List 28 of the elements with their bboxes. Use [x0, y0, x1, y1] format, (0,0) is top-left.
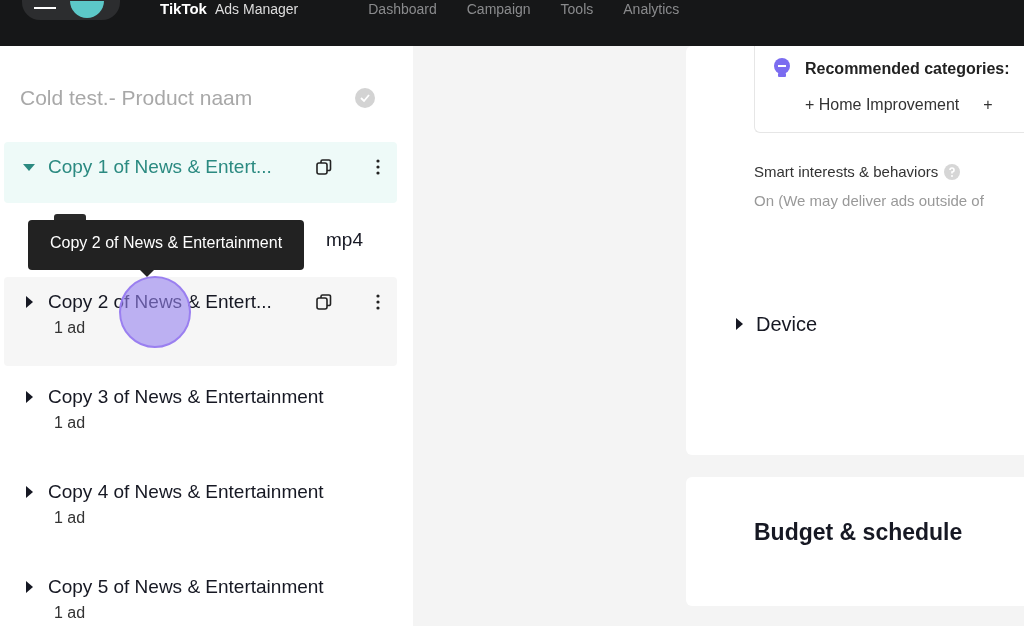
product-name: Ads Manager [214, 1, 299, 17]
ad-group-item[interactable]: Copy 4 of News & Entertainment 1 ad [4, 467, 397, 556]
ad-group-item[interactable]: Copy 5 of News & Entertainment 1 ad [4, 562, 397, 626]
ad-group-name: Copy 1 of News & Entert... [48, 156, 273, 178]
recommended-label: Recommended categories: [805, 60, 1010, 78]
field-label: Smart interests & behaviors [754, 163, 939, 180]
tooltip: Copy 2 of News & Entertainment [28, 220, 305, 270]
ad-group-name: Copy 5 of News & Entertainment [48, 576, 325, 598]
category-suggestion[interactable]: + [983, 96, 993, 114]
ad-group-item[interactable]: Copy 3 of News & Entertainment 1 ad [4, 372, 397, 461]
ad-group-name: Copy 3 of News & Entertainment [48, 386, 325, 408]
ad-group-item[interactable]: Copy 1 of News & Entert... [4, 142, 397, 203]
nav-link[interactable]: Dashboard [368, 1, 437, 17]
section-heading: Budget & schedule [754, 518, 964, 547]
nav-link[interactable]: Campaign [466, 1, 531, 17]
ad-name[interactable]: mp4 [326, 229, 363, 251]
logo-text: TikTok [160, 0, 207, 17]
ad-count: 1 ad [54, 604, 87, 622]
ad-group-name: Copy 4 of News & Entertainment [48, 481, 325, 503]
ad-count: 1 ad [54, 414, 87, 432]
field-value: On (We may deliver ads outside of [754, 192, 985, 209]
campaign-name: Cold test.- Product naam [20, 86, 253, 110]
nav-link[interactable]: Analytics [623, 1, 680, 17]
section-title[interactable]: Device [756, 313, 818, 336]
nav-link[interactable]: Tools [560, 1, 594, 17]
ad-count: 1 ad [54, 319, 87, 337]
category-suggestion[interactable]: + Home Improvement [805, 96, 960, 114]
ad-count: 1 ad [54, 509, 87, 527]
